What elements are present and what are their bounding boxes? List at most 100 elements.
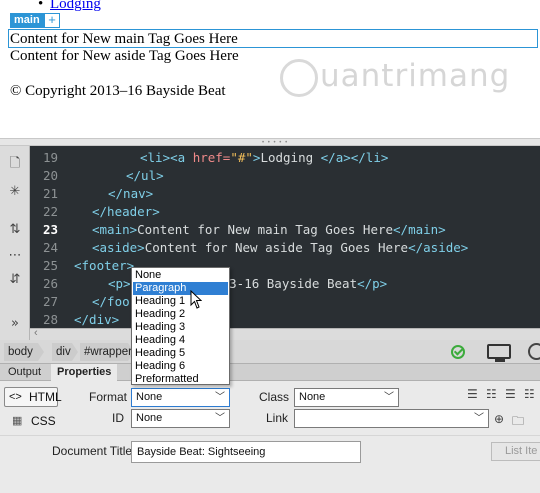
code-line-21[interactable]: </nav> [108, 186, 153, 201]
globe-icon[interactable] [528, 343, 540, 360]
unordered-list-icon[interactable]: ☰ [505, 387, 516, 401]
code-token-tag: </aside> [408, 240, 469, 255]
format-option-heading-1[interactable]: Heading 1 [133, 295, 228, 308]
code-line-27[interactable]: </foo [92, 294, 130, 309]
code-token-attr: href= [192, 150, 231, 165]
css-mode-button[interactable]: ▦ CSS [4, 412, 58, 430]
format-option-heading-2[interactable]: Heading 2 [133, 308, 228, 321]
code-line-24[interactable]: <aside>Content for New aside Tag Goes He… [92, 240, 468, 255]
code-line-22[interactable]: </header> [92, 204, 160, 219]
document-title-input[interactable]: Bayside Beat: Sightseeing [131, 441, 361, 463]
code-line-23[interactable]: <main>Content for New main Tag Goes Here… [92, 222, 446, 237]
expand-collapse-icon[interactable]: ✳ [7, 184, 23, 200]
line-number: 21 [42, 186, 58, 201]
panel-tab-bar: Output Properties [0, 364, 540, 381]
watermark-circle-icon [280, 59, 318, 97]
main-content-text[interactable]: Content for New main Tag Goes Here [10, 31, 238, 48]
horizontal-scrollbar[interactable]: ‹ [30, 327, 540, 340]
italic-icon[interactable]: ☷ [486, 387, 497, 401]
format-option-paragraph[interactable]: Paragraph [133, 282, 228, 295]
main-element-tag-badge[interactable]: main [10, 13, 44, 28]
add-class-plus-button[interactable]: + [44, 13, 60, 28]
panel-divider [0, 435, 540, 436]
html-mode-label: HTML [29, 390, 62, 404]
footer-copyright-text[interactable]: © Copyright 2013–16 Bayside Beat [10, 83, 226, 100]
tab-properties[interactable]: Properties [51, 364, 118, 381]
format-option-heading-5[interactable]: Heading 5 [133, 347, 228, 360]
code-token-text: Content for New aside Tag Goes Here [144, 240, 409, 255]
breadcrumb-body[interactable]: body [4, 343, 44, 361]
format-option-heading-3[interactable]: Heading 3 [133, 321, 228, 334]
aside-content-text[interactable]: Content for New aside Tag Goes Here [10, 48, 239, 65]
code-token-tag: <p> [108, 276, 131, 291]
class-label: Class [259, 390, 290, 404]
line-number: 27 [42, 294, 58, 309]
pane-splitter[interactable]: • • • • • [0, 138, 540, 146]
line-number-active: 23 [42, 222, 58, 237]
link-input[interactable]: ﹀ [294, 409, 489, 428]
live-view-pane[interactable]: • Lodging main + Content for New main Ta… [0, 0, 540, 140]
status-ok-icon[interactable] [451, 345, 465, 359]
open-documents-icon[interactable]: 🗋 [7, 156, 23, 172]
id-select[interactable]: None ﹀ [131, 409, 230, 428]
code-line-28[interactable]: </div> [74, 312, 119, 327]
format-select[interactable]: None ﹀ [131, 388, 230, 407]
bold-icon[interactable]: ☰ [467, 387, 478, 401]
format-dropdown-list: None Paragraph Heading 1 Heading 2 Headi… [131, 267, 230, 385]
more-tools-icon[interactable]: » [7, 316, 23, 332]
id-label: ID [112, 411, 124, 425]
nav-link-lodging[interactable]: Lodging [50, 0, 101, 13]
line-number: 20 [42, 168, 58, 183]
code-token-text: Lodging [260, 150, 321, 165]
collapse-selection-icon[interactable]: ⋯ [7, 248, 23, 264]
format-option-preformatted[interactable]: Preformatted [133, 373, 228, 386]
tag-selector-bar: body div #wrapper [0, 340, 540, 364]
line-number: 22 [42, 204, 58, 219]
mouse-pointer-icon [190, 290, 202, 309]
id-select-value: None [136, 412, 163, 424]
chevron-down-icon: ﹀ [215, 413, 225, 424]
format-option-heading-6[interactable]: Heading 6 [133, 360, 228, 373]
format-select-value: None [136, 391, 163, 403]
code-token-tag: </a></li> [320, 150, 389, 165]
code-token-tag: <aside> [92, 240, 145, 255]
css-mode-label: CSS [31, 414, 56, 428]
line-number: 25 [42, 258, 58, 273]
breadcrumb-wrapper[interactable]: #wrapper [80, 343, 134, 361]
browse-folder-icon[interactable]: 🗀 [512, 412, 524, 433]
collapse-tag-icon[interactable]: ⇅ [7, 222, 23, 238]
chevron-down-icon: ﹀ [215, 392, 225, 403]
tab-output[interactable]: Output [2, 364, 47, 381]
chevron-down-icon: ﹀ [474, 413, 484, 424]
list-bullet: • [38, 0, 44, 12]
code-token-tag: </p> [357, 276, 388, 291]
format-label: Format [89, 390, 128, 404]
line-number-gutter: 19 20 21 22 23 24 25 26 27 28 [30, 146, 60, 332]
code-line-20[interactable]: </ul> [126, 168, 164, 183]
code-toolbar: 🗋 ✳ ⇅ ⋯ ⇵ » [0, 146, 30, 340]
code-token-tag: <li> [140, 150, 171, 165]
html-mode-button[interactable]: <> HTML [4, 387, 62, 407]
breadcrumb-div[interactable]: div [52, 343, 78, 361]
watermark-logo: uantrimang [280, 56, 530, 100]
watermark-text: uantrimang [320, 58, 511, 94]
list-item-button[interactable]: List Ite [491, 442, 540, 461]
code-line-25[interactable]: <footer> [74, 258, 134, 273]
class-select[interactable]: None ﹀ [294, 388, 399, 407]
chevron-down-icon: ﹀ [384, 392, 394, 403]
line-number: 19 [42, 150, 58, 165]
code-line-19[interactable]: <li><a href="#">Lodging </a></li> [140, 150, 388, 165]
ordered-list-icon[interactable]: ☷ [524, 387, 535, 401]
line-number: 24 [42, 240, 58, 255]
code-token-string: "#" [230, 150, 253, 165]
properties-panel: <> HTML ▦ CSS Format None ﹀ ID None ﹀ Cl… [0, 381, 540, 493]
expand-all-icon[interactable]: ⇵ [7, 272, 23, 288]
css-grid-icon: ▦ [12, 415, 23, 427]
code-view-pane[interactable]: 🗋 ✳ ⇅ ⋯ ⇵ » 19 20 21 22 23 24 25 26 27 2… [0, 146, 540, 340]
code-brackets-icon: <> [9, 391, 22, 403]
desktop-preview-icon[interactable] [487, 344, 511, 362]
format-option-heading-4[interactable]: Heading 4 [133, 334, 228, 347]
format-option-none[interactable]: None [133, 269, 228, 282]
point-to-file-icon[interactable]: ⊕ [494, 412, 504, 426]
scroll-left-icon[interactable]: ‹ [34, 327, 38, 339]
